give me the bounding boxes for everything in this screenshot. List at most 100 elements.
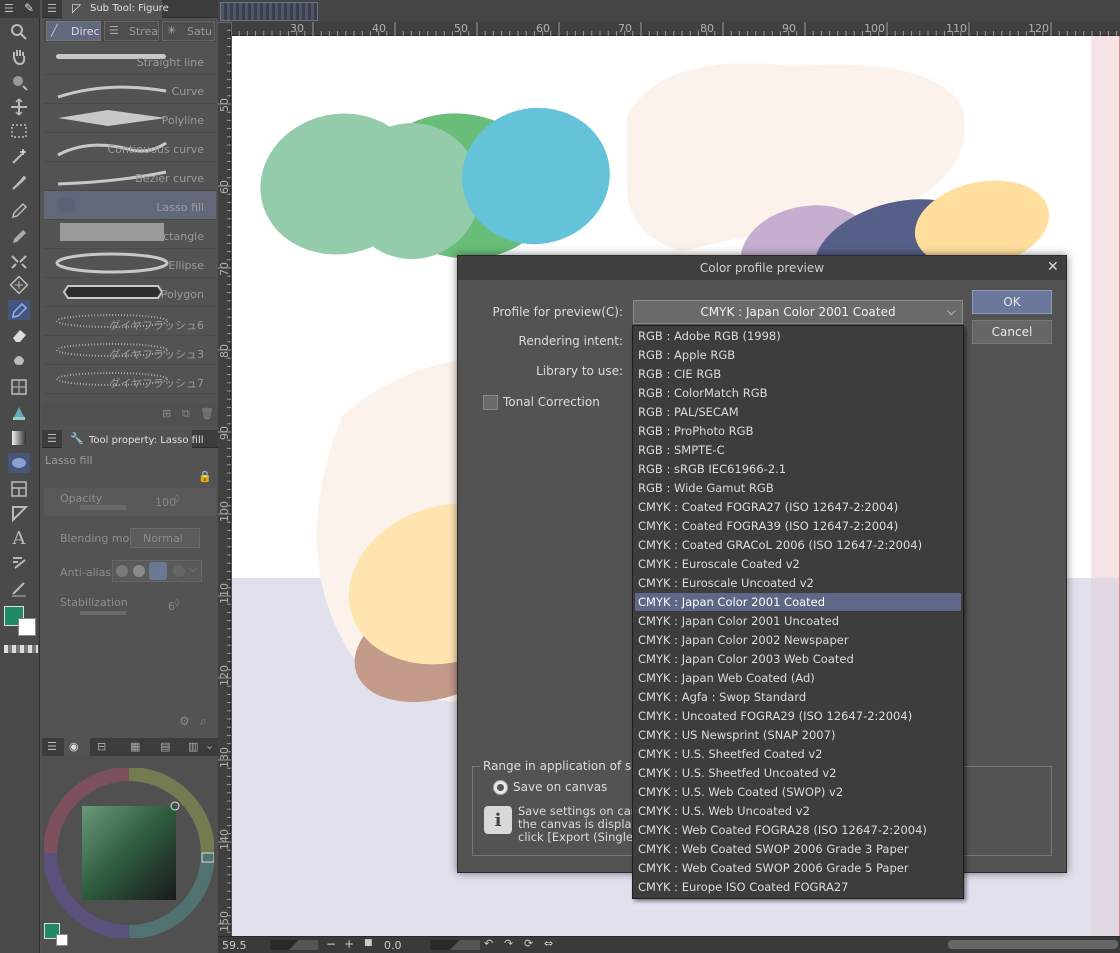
profile-option[interactable]: CMYK : Europe ISO Coated FOGRA27 <box>635 878 961 896</box>
profile-option[interactable]: CMYK : Coated FOGRA27 (ISO 12647-2:2004) <box>635 498 961 516</box>
profile-option[interactable]: RGB : CIE RGB <box>635 365 961 383</box>
tab-saturated[interactable]: ✳ Satu <box>162 21 215 41</box>
subtool-item[interactable]: ダイヤフラッシュ7 <box>44 365 216 394</box>
color-wheel[interactable] <box>43 767 215 939</box>
tonal-correction-checkbox[interactable] <box>483 395 498 410</box>
profile-option[interactable]: CMYK : U.S. Sheetfed Coated v2 <box>635 745 961 763</box>
aa-none-icon[interactable] <box>116 565 128 577</box>
search-icon[interactable]: ⌕ <box>200 714 207 729</box>
eraser-icon[interactable] <box>8 325 30 345</box>
tab-stream[interactable]: ☰ Strea <box>104 21 159 41</box>
rotate-left-icon[interactable]: ↶ <box>484 937 493 950</box>
transparent-color-swatch[interactable] <box>4 645 38 653</box>
tab-direct[interactable]: ╱ Direc <box>46 21 101 41</box>
profile-option[interactable]: CMYK : Japan Color 2001 Uncoated <box>635 612 961 630</box>
profile-option[interactable]: CMYK : Euroscale Uncoated v2 <box>635 574 961 592</box>
profile-option[interactable]: CMYK : Japan Color 2003 Web Coated <box>635 650 961 668</box>
close-icon[interactable]: ✕ <box>1047 259 1059 275</box>
profile-option[interactable]: CMYK : U.S. Sheetfed Uncoated v2 <box>635 764 961 782</box>
zoom-slider[interactable] <box>270 940 318 950</box>
profile-option[interactable]: RGB : Wide Gamut RGB <box>635 479 961 497</box>
profile-option[interactable]: RGB : Apple RGB <box>635 346 961 364</box>
stabilization-slider[interactable] <box>80 611 126 615</box>
text-icon[interactable]: A <box>8 528 30 549</box>
color-slider-icon[interactable]: ⊟ <box>97 740 106 753</box>
profile-option[interactable]: RGB : ColorMatch RGB <box>635 384 961 402</box>
horizontal-scrollbar[interactable] <box>948 940 1118 949</box>
color-set-icon[interactable]: ▦ <box>130 740 140 753</box>
subtool-item[interactable]: Straight line <box>44 46 216 75</box>
pencil-icon[interactable] <box>8 226 30 246</box>
ruler-icon[interactable] <box>8 503 30 523</box>
sub-color-mini[interactable] <box>56 934 68 946</box>
rotate-icon[interactable] <box>8 72 30 92</box>
airbrush-icon[interactable] <box>8 251 30 271</box>
trash-icon[interactable]: 🗑 <box>200 407 214 420</box>
profile-option[interactable]: CMYK : Web Coated SWOP 2006 Grade 5 Pape… <box>635 859 961 877</box>
profile-option[interactable]: CMYK : Japan Color 2001 Coated <box>635 593 961 611</box>
profile-option[interactable]: CMYK : Uncoated FOGRA29 (ISO 12647-2:200… <box>635 707 961 725</box>
profile-option[interactable]: RGB : sRGB IEC61966-2.1 <box>635 460 961 478</box>
aa-medium-icon[interactable] <box>149 562 167 580</box>
profile-option[interactable]: CMYK : Agfa : Swop Standard <box>635 688 961 706</box>
save-on-canvas-radio[interactable] <box>493 780 508 795</box>
subtool-item[interactable]: Ellipse <box>44 249 216 278</box>
menu-icon[interactable]: ☰ <box>47 2 57 15</box>
flip-icon[interactable]: ⇔ <box>544 937 553 950</box>
angle-value[interactable]: 0.0 <box>384 939 402 952</box>
decoration-icon[interactable] <box>8 275 30 295</box>
settings-icon[interactable]: ⚙ <box>179 714 190 728</box>
correction-icon[interactable] <box>8 553 30 573</box>
antialias-selector[interactable]: ⌵ <box>112 560 202 582</box>
subtool-item[interactable]: Polygon <box>44 278 216 307</box>
chevron-down-icon[interactable]: ⌄ <box>205 739 214 752</box>
menu-icon[interactable]: ☰ <box>47 432 57 445</box>
zoom-icon[interactable] <box>8 22 30 42</box>
profile-option[interactable]: CMYK : Coated FOGRA39 (ISO 12647-2:2004) <box>635 517 961 535</box>
profile-option[interactable]: RGB : Adobe RGB (1998) <box>635 327 961 345</box>
subtool-item[interactable]: Rectangle <box>44 220 216 249</box>
profile-option[interactable]: CMYK : Euroscale Coated v2 <box>635 555 961 573</box>
fit-icon[interactable]: ■ <box>364 938 373 948</box>
rotate-right-icon[interactable]: ↷ <box>504 937 513 950</box>
copy-icon[interactable]: ⧉ <box>182 407 190 421</box>
gradient-tool-icon[interactable] <box>8 428 30 448</box>
profile-option[interactable]: CMYK : U.S. Web Coated (SWOP) v2 <box>635 783 961 801</box>
cancel-button[interactable]: Cancel <box>972 320 1052 344</box>
reset-rotation-icon[interactable]: ⟳ <box>524 937 533 950</box>
eyedropper-icon[interactable] <box>8 172 30 192</box>
zoom-value[interactable]: 59.5 <box>222 939 247 952</box>
subtool-item[interactable]: ダイヤフラッシュ6 <box>44 307 216 336</box>
profile-option[interactable]: CMYK : Web Coated FOGRA28 (ISO 12647-2:2… <box>635 821 961 839</box>
profile-option[interactable]: CMYK : Japan Color 2002 Newspaper <box>635 631 961 649</box>
figure-icon[interactable] <box>8 300 30 320</box>
profile-select[interactable]: CMYK : Japan Color 2001 Coated ⌵ <box>633 300 963 324</box>
profile-option[interactable]: CMYK : Japan Web Coated (Ad) <box>635 669 961 687</box>
angle-slider[interactable] <box>430 940 480 950</box>
profile-option[interactable]: RGB : PAL/SECAM <box>635 403 961 421</box>
intermediate-color-icon[interactable]: ▤ <box>160 740 170 753</box>
fill-icon[interactable] <box>8 349 30 369</box>
subtool-item[interactable]: ダイヤフラッシュ3 <box>44 336 216 365</box>
stabilization-value[interactable]: 6 <box>168 600 175 613</box>
opacity-slider[interactable] <box>80 505 126 510</box>
profile-option[interactable]: RGB : ProPhoto RGB <box>635 422 961 440</box>
profile-option[interactable]: CMYK : U.S. Web Uncoated v2 <box>635 802 961 820</box>
tonal-correction-label[interactable]: Tonal Correction <box>503 395 600 409</box>
opacity-value[interactable]: 100 <box>155 496 176 509</box>
lasso-fill-icon[interactable] <box>8 453 30 473</box>
subtool-item[interactable]: Continuous curve <box>44 133 216 162</box>
selection-icon[interactable] <box>8 121 30 141</box>
profile-option[interactable]: RGB : SMPTE-C <box>635 441 961 459</box>
chevron-down-icon[interactable]: ⌵ <box>189 564 197 575</box>
blending-select[interactable]: Normal <box>130 528 200 548</box>
subtool-item[interactable]: Bezier curve <box>44 162 216 191</box>
subtool-item[interactable]: Curve <box>44 75 216 104</box>
gradient-icon[interactable] <box>8 377 30 397</box>
profile-option[interactable]: CMYK : Web Coated SWOP 2006 Grade 3 Pape… <box>635 840 961 858</box>
aa-strong-icon[interactable] <box>173 565 185 577</box>
balloon-icon[interactable] <box>8 402 30 422</box>
aa-weak-icon[interactable] <box>133 565 145 577</box>
pen-small-icon[interactable] <box>8 578 30 598</box>
pen-tool-icon[interactable] <box>8 200 30 220</box>
